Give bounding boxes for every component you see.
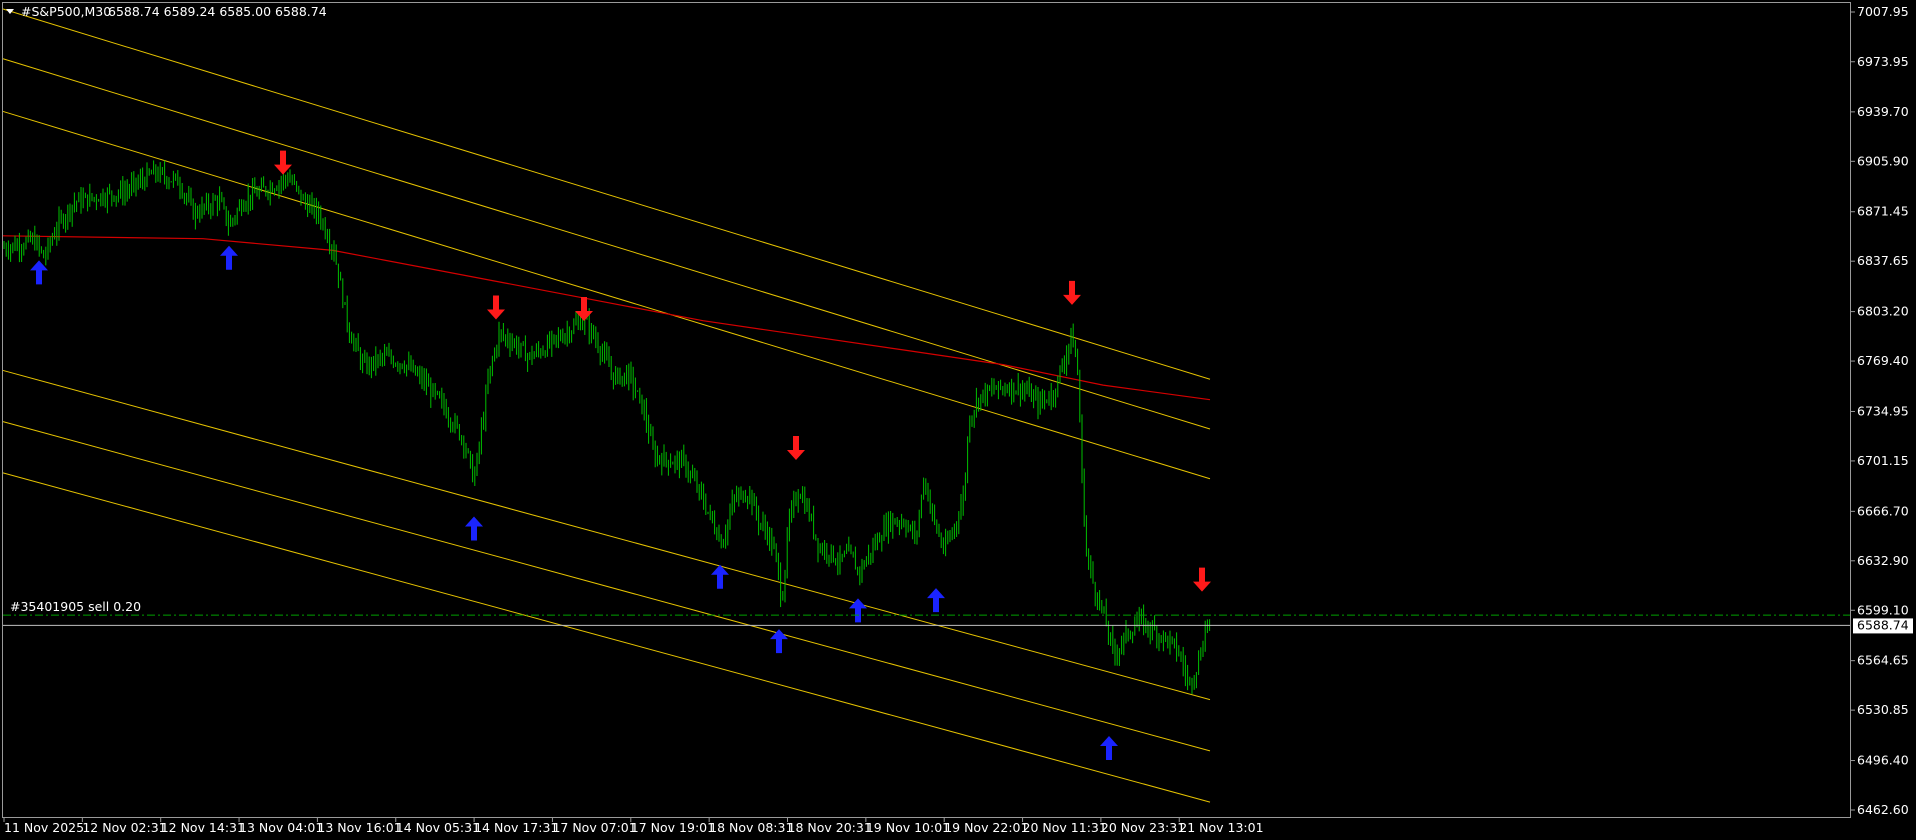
time-tick-label: 13 Nov 16:01 <box>317 820 401 835</box>
chart-background <box>0 0 1916 840</box>
price-tick-label: 6871.45 <box>1857 204 1909 219</box>
price-tick-label: 7007.95 <box>1857 4 1909 19</box>
time-tick-label: 18 Nov 20:31 <box>788 820 872 835</box>
symbol-label: #S&P500,M30 <box>21 4 111 19</box>
price-tick-label: 6564.65 <box>1857 653 1909 668</box>
price-tick-label: 6769.40 <box>1857 353 1909 368</box>
price-tick-label: 6734.95 <box>1857 403 1909 418</box>
time-tick-label: 12 Nov 02:31 <box>82 820 166 835</box>
time-tick-label: 11 Nov 2025 <box>4 820 84 835</box>
price-tick-label: 6973.95 <box>1857 54 1909 69</box>
current-price-value: 6588.74 <box>1857 617 1909 632</box>
time-tick-label: 18 Nov 08:31 <box>709 820 793 835</box>
time-tick-label: 20 Nov 11:31 <box>1023 820 1107 835</box>
price-tick-label: 6530.85 <box>1857 702 1909 717</box>
time-tick-label: 17 Nov 07:01 <box>552 820 636 835</box>
price-chart[interactable]: #35401905 sell 0.20 #S&P500,M30 6588.74 … <box>0 0 1916 840</box>
time-tick-label: 14 Nov 05:31 <box>396 820 480 835</box>
price-tick-label: 6599.10 <box>1857 602 1909 617</box>
price-tick-label: 6666.70 <box>1857 503 1909 518</box>
ohlc-values: 6588.74 6589.24 6585.00 6588.74 <box>108 4 327 19</box>
time-tick-label: 13 Nov 04:01 <box>239 820 323 835</box>
time-tick-label: 21 Nov 13:01 <box>1179 820 1263 835</box>
price-tick-label: 6905.90 <box>1857 153 1909 168</box>
price-tick-label: 6939.70 <box>1857 104 1909 119</box>
time-tick-label: 19 Nov 10:01 <box>866 820 950 835</box>
order-label: #35401905 sell 0.20 <box>10 599 141 614</box>
price-tick-label: 6837.65 <box>1857 253 1909 268</box>
price-tick-label: 6632.90 <box>1857 553 1909 568</box>
time-axis[interactable]: 11 Nov 202512 Nov 02:3112 Nov 14:3113 No… <box>3 817 1264 835</box>
time-tick-label: 17 Nov 19:01 <box>631 820 715 835</box>
time-tick-label: 19 Nov 22:01 <box>944 820 1028 835</box>
time-tick-label: 14 Nov 17:31 <box>474 820 558 835</box>
time-tick-label: 12 Nov 14:31 <box>161 820 245 835</box>
price-tick-label: 6496.40 <box>1857 753 1909 768</box>
price-tick-label: 6462.60 <box>1857 802 1909 817</box>
price-tick-label: 6701.15 <box>1857 453 1909 468</box>
time-tick-label: 20 Nov 23:31 <box>1101 820 1185 835</box>
price-tick-label: 6803.20 <box>1857 304 1909 319</box>
